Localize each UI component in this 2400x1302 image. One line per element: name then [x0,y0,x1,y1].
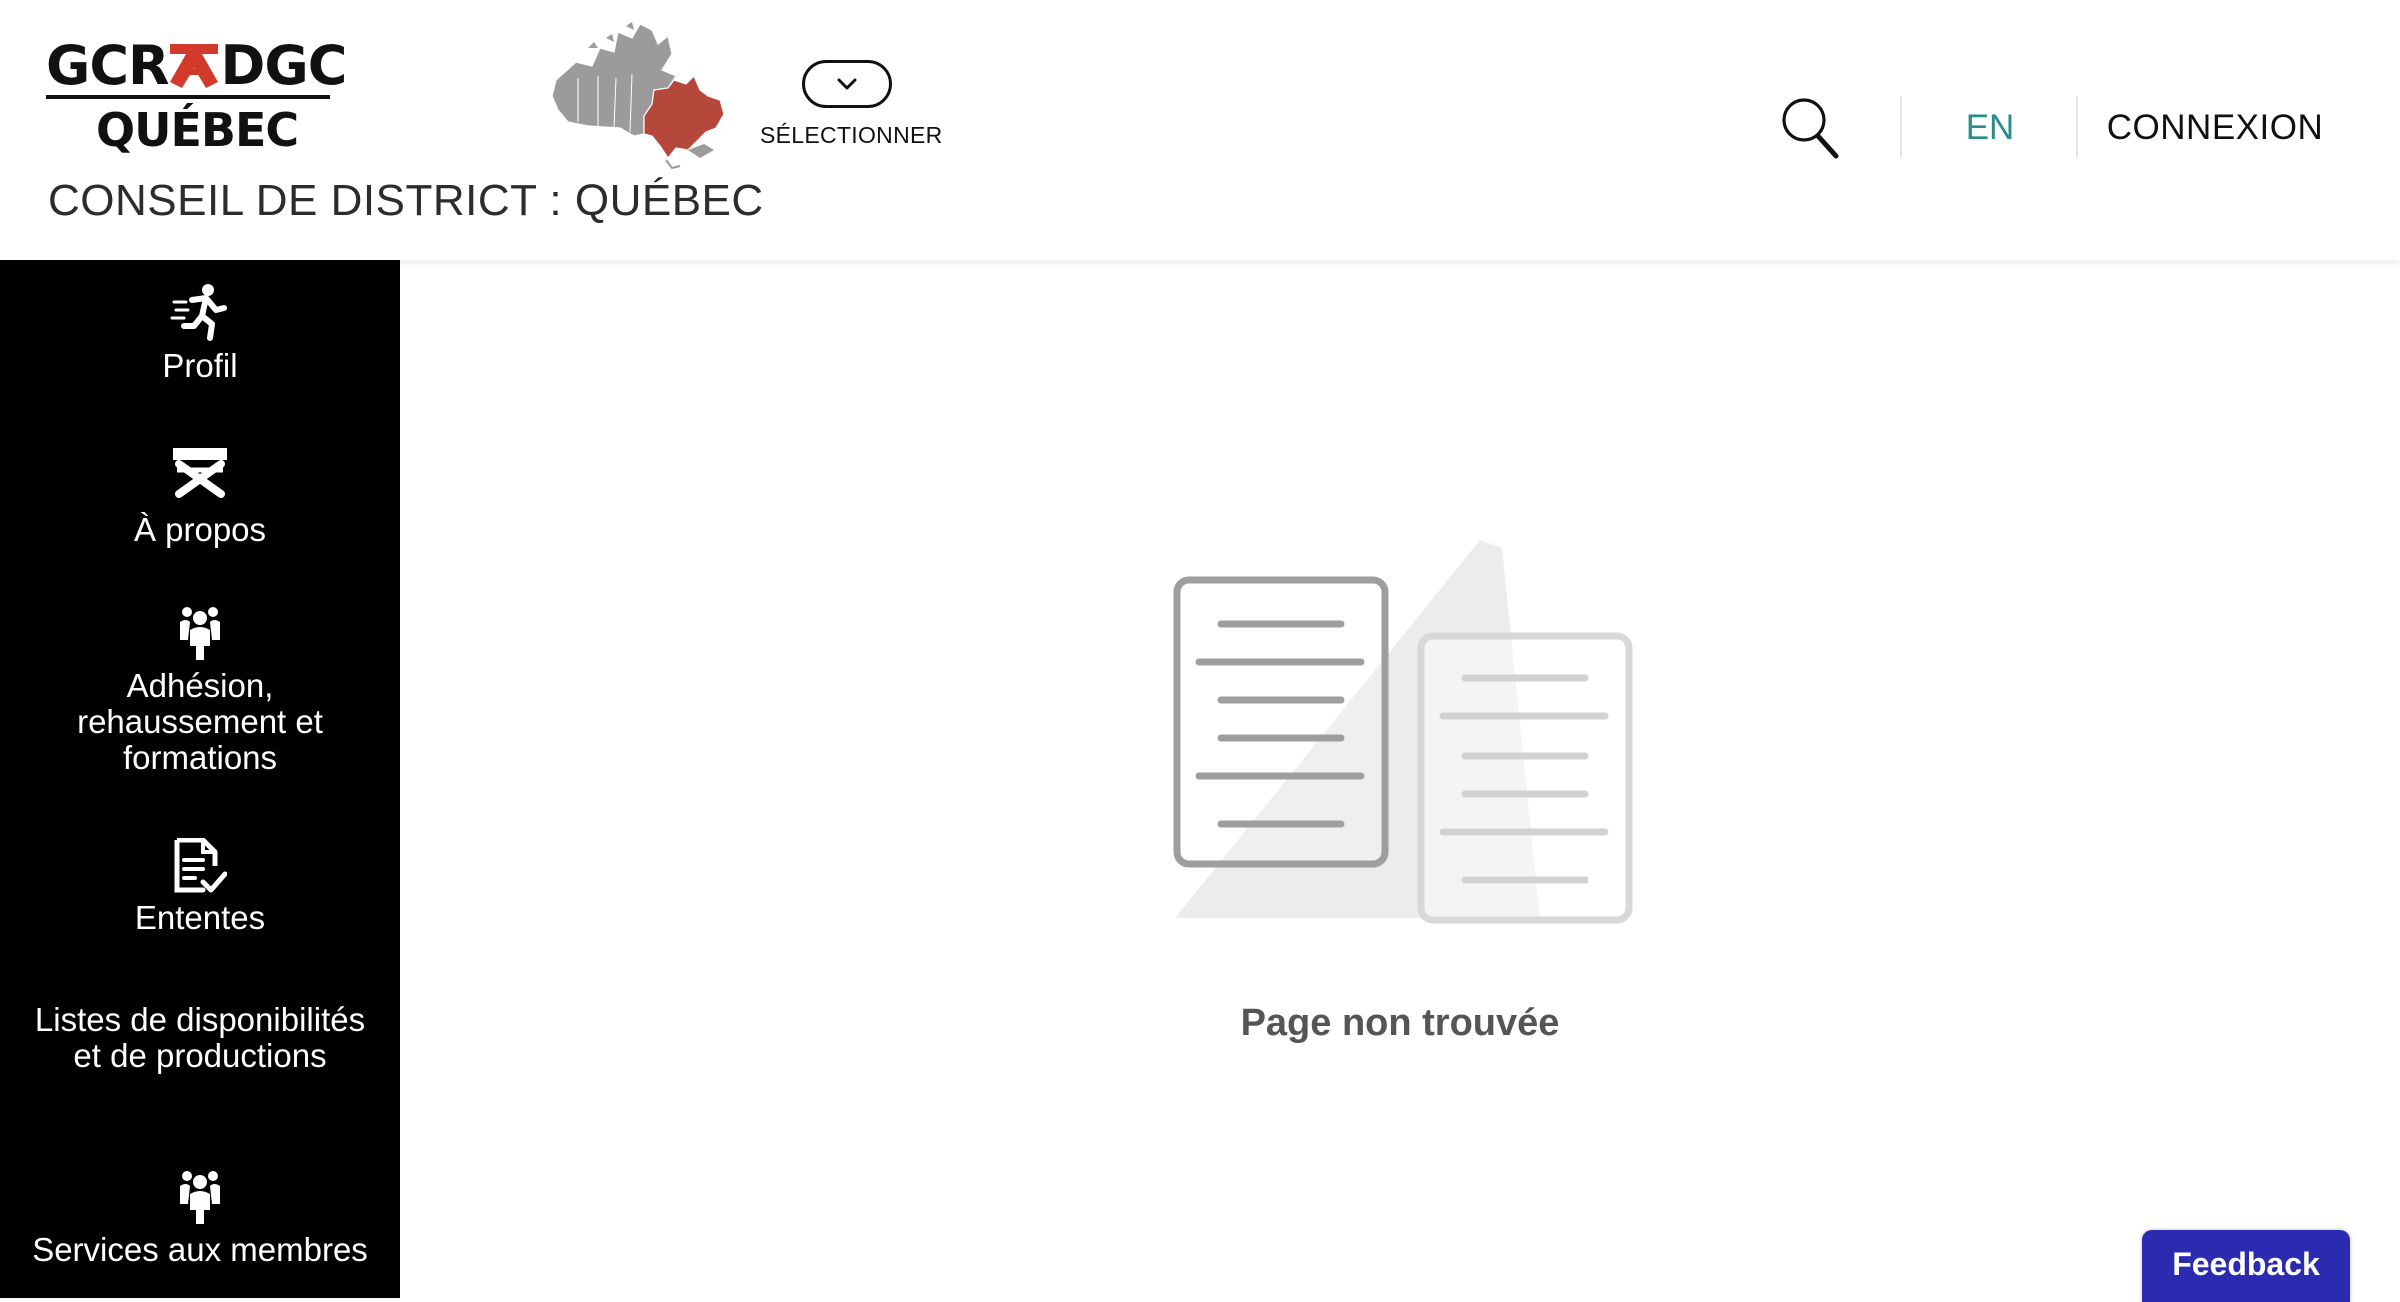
sidebar-item-label: Ententes [134,899,266,936]
district-title: CONSEIL DE DISTRICT : QUÉBEC [48,176,764,225]
sidebar-item-label: Listes de disponibilités et de productio… [34,1001,366,1074]
sidebar-item-ententes[interactable]: Ententes [0,838,400,936]
sidebar-nav: Profil À propos Adhésion, rehaussement e… [0,260,400,1298]
canada-map-icon[interactable] [548,18,734,172]
language-toggle[interactable]: EN [1940,108,2040,148]
logo-divider [46,95,330,99]
search-icon [1782,98,1839,159]
sidebar-item-adhesion[interactable]: Adhésion, rehaussement et formations [0,604,400,776]
sidebar-item-services[interactable]: Services aux membres [0,1168,400,1268]
sidebar-item-listes[interactable]: Listes de disponibilités et de productio… [0,1002,400,1074]
director-chair-icon [173,448,227,498]
sidebar-item-a-propos[interactable]: À propos [0,446,400,548]
people-group-icon [180,1171,220,1224]
people-group-icon [180,607,220,660]
feedback-button[interactable]: Feedback [2142,1230,2350,1302]
site-logo[interactable]: GCR DGC QUÉBEC [46,36,347,157]
region-select-label: SÉLECTIONNER [760,122,943,148]
search-button[interactable] [1780,96,1840,162]
sidebar-item-label: Profil [162,347,238,384]
sidebar-item-label: À propos [133,511,267,548]
not-found-message: Page non trouvée [1240,1002,1560,1044]
site-header: GCR DGC QUÉBEC CONSEIL DE DISTRICT : QUÉB… [0,0,2400,260]
chevron-down-icon [837,78,857,90]
sidebar-item-label: Adhésion, rehaussement et formations [77,667,323,776]
documents-icon [1173,540,1633,924]
header-divider [2076,96,2078,158]
region-select-button[interactable] [802,60,892,108]
running-person-icon [170,284,227,341]
header-divider [1900,96,1902,158]
sidebar-item-label: Services aux membres [32,1231,368,1268]
login-link[interactable]: CONNEXION [2100,108,2330,148]
logo-region: QUÉBEC [96,103,299,157]
logo-emblem-icon [170,44,218,88]
document-check-icon [174,838,227,893]
sidebar-item-profil[interactable]: Profil [0,282,400,384]
